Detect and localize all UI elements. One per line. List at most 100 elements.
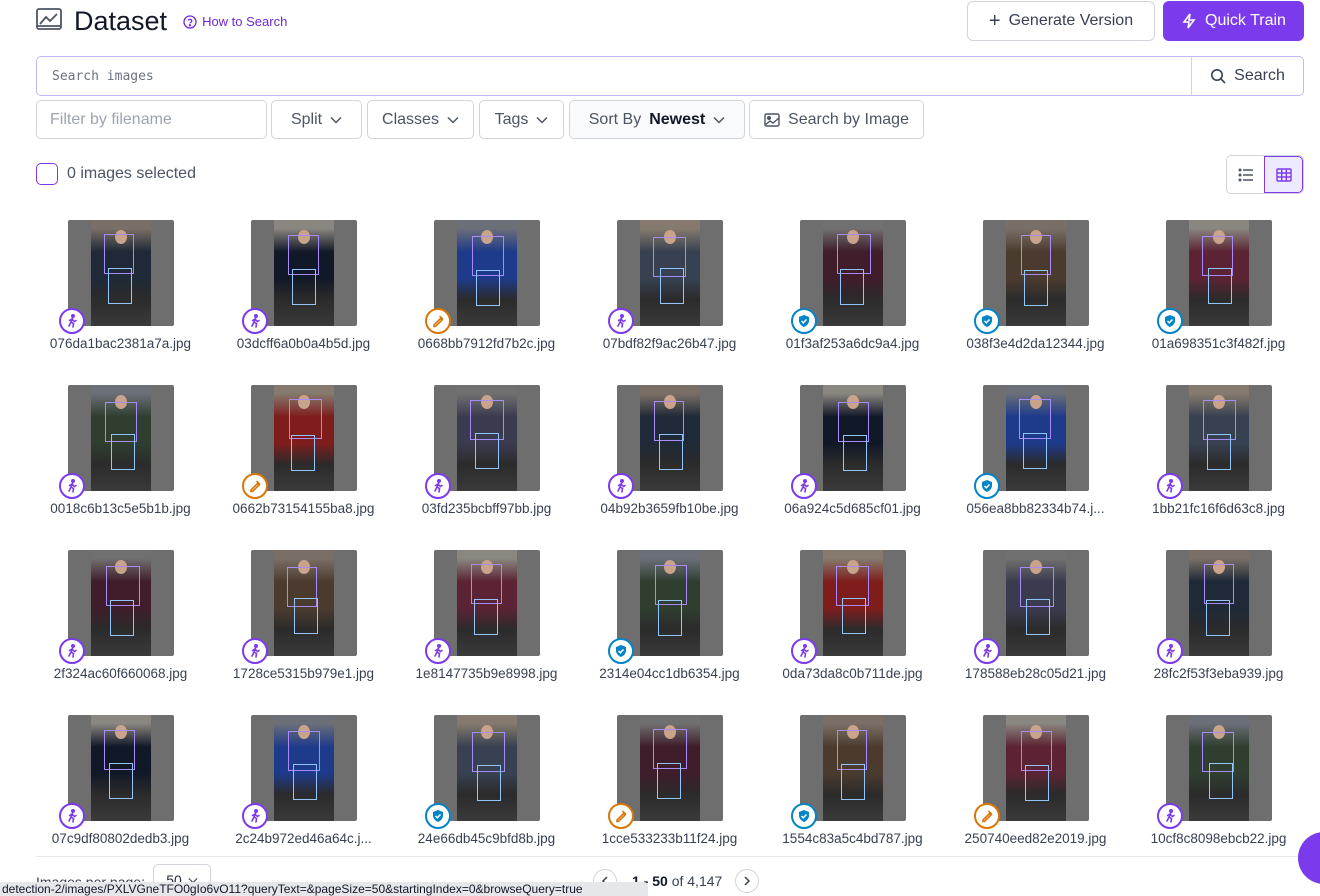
image-thumbnail[interactable]	[799, 220, 906, 326]
image-thumbnail[interactable]	[1165, 550, 1272, 656]
next-page-button[interactable]	[735, 869, 759, 893]
image-thumbnail[interactable]	[1165, 385, 1272, 491]
tags-dropdown[interactable]: Tags	[479, 100, 564, 139]
image-card[interactable]: 01f3af253a6dc9a4.jpg	[761, 220, 944, 385]
image-thumbnail[interactable]	[67, 385, 174, 491]
annotation-box	[1205, 600, 1230, 636]
image-filename: 1554c83a5c4bd787.jpg	[782, 831, 923, 846]
image-filename: 06a924c5d685cf01.jpg	[784, 501, 921, 516]
image-thumbnail[interactable]	[799, 550, 906, 656]
image-card[interactable]: 0668bb7912fd7b2c.jpg	[395, 220, 578, 385]
image-filename: 076da1bac2381a7a.jpg	[49, 336, 192, 351]
image-thumbnail[interactable]	[433, 220, 540, 326]
image-thumbnail[interactable]	[67, 550, 174, 656]
shield-check-icon	[1157, 308, 1183, 334]
search-by-image-button[interactable]: Search by Image	[749, 100, 924, 139]
image-thumbnail[interactable]	[982, 220, 1089, 326]
image-card[interactable]: 06a924c5d685cf01.jpg	[761, 385, 944, 550]
annotation-box	[470, 564, 502, 604]
classes-label: Classes	[382, 110, 439, 128]
image-card[interactable]: 076da1bac2381a7a.jpg	[29, 220, 212, 385]
image-filename: 2c24b972ed46a64c.j...	[235, 831, 372, 846]
chevron-down-icon	[330, 116, 342, 124]
annotation-box	[1020, 235, 1051, 275]
image-filename: 28fc2f53f3eba939.jpg	[1153, 666, 1284, 681]
image-card[interactable]: 2f324ac60f660068.jpg	[29, 550, 212, 715]
annotation-box	[839, 269, 864, 305]
pencil-icon	[608, 803, 634, 829]
image-card[interactable]: 0018c6b13c5e5b1b.jpg	[29, 385, 212, 550]
image-thumbnail[interactable]	[433, 550, 540, 656]
image-thumbnail[interactable]	[250, 550, 357, 656]
search-bar: Search	[36, 56, 1304, 96]
grid-icon	[1275, 167, 1292, 182]
image-card[interactable]: 1bb21fc16f6d63c8.jpg	[1127, 385, 1310, 550]
image-thumbnail[interactable]	[1165, 715, 1272, 821]
annotation-box	[475, 270, 500, 306]
image-card[interactable]: 03fd235bcbff97bb.jpg	[395, 385, 578, 550]
select-all-checkbox[interactable]	[36, 163, 58, 185]
image-filename: 03fd235bcbff97bb.jpg	[421, 501, 552, 516]
image-thumbnail[interactable]	[433, 385, 540, 491]
image-thumbnail[interactable]	[616, 385, 723, 491]
image-card[interactable]: 0da73da8c0b711de.jpg	[761, 550, 944, 715]
quick-train-button[interactable]: Quick Train	[1163, 1, 1304, 41]
annotation-box	[1023, 270, 1048, 306]
annotation-box	[291, 269, 316, 305]
generate-version-button[interactable]: + Generate Version	[967, 1, 1155, 41]
sort-by-dropdown[interactable]: Sort By Newest	[569, 100, 745, 139]
image-thumbnail[interactable]	[1165, 220, 1272, 326]
search-button[interactable]: Search	[1191, 57, 1303, 95]
annotation-box	[842, 435, 867, 471]
image-card[interactable]: 01a698351c3f482f.jpg	[1127, 220, 1310, 385]
annotate-person-icon	[59, 308, 85, 334]
image-card[interactable]: 2314e04cc1db6354.jpg	[578, 550, 761, 715]
image-card[interactable]: 1e8147735b9e8998.jpg	[395, 550, 578, 715]
image-thumbnail[interactable]	[616, 220, 723, 326]
annotation-box	[109, 600, 134, 636]
filename-filter-wrapper	[36, 100, 267, 139]
grid-view-button[interactable]	[1264, 156, 1303, 193]
search-input[interactable]	[37, 57, 1191, 95]
filename-filter-input[interactable]	[50, 110, 250, 129]
annotate-person-icon	[608, 473, 634, 499]
image-thumbnail[interactable]	[982, 715, 1089, 821]
image-card[interactable]: 04b92b3659fb10be.jpg	[578, 385, 761, 550]
list-view-button[interactable]	[1227, 156, 1264, 193]
pagination-total: of 4,147	[671, 873, 723, 889]
image-card[interactable]: 038f3e4d2da12344.jpg	[944, 220, 1127, 385]
image-thumbnail[interactable]	[67, 220, 174, 326]
classes-dropdown[interactable]: Classes	[367, 100, 474, 139]
split-dropdown[interactable]: Split	[271, 100, 362, 139]
image-thumbnail[interactable]	[799, 385, 906, 491]
image-card[interactable]: 056ea8bb82334b74.j...	[944, 385, 1127, 550]
annotation-box	[840, 764, 865, 800]
how-to-search-link[interactable]: How to Search	[183, 14, 287, 29]
annotation-box	[290, 435, 315, 471]
image-thumbnail[interactable]	[616, 550, 723, 656]
image-card[interactable]: 1728ce5315b979e1.jpg	[212, 550, 395, 715]
image-thumbnail[interactable]	[433, 715, 540, 821]
image-thumbnail[interactable]	[799, 715, 906, 821]
sort-by-label: Sort By	[588, 110, 642, 128]
chevron-down-icon	[713, 116, 725, 124]
image-thumbnail[interactable]	[982, 385, 1089, 491]
image-thumbnail[interactable]	[616, 715, 723, 821]
image-card[interactable]: 28fc2f53f3eba939.jpg	[1127, 550, 1310, 715]
how-to-search-label: How to Search	[202, 14, 288, 29]
pencil-icon	[425, 308, 451, 334]
image-thumbnail[interactable]	[250, 385, 357, 491]
image-card[interactable]: 178588eb28c05d21.jpg	[944, 550, 1127, 715]
image-card[interactable]: 07bdf82f9ac26b47.jpg	[578, 220, 761, 385]
tags-label: Tags	[494, 110, 529, 128]
image-thumbnail[interactable]	[250, 715, 357, 821]
image-thumbnail[interactable]	[250, 220, 357, 326]
annotate-person-icon	[1157, 638, 1183, 664]
image-thumbnail[interactable]	[982, 550, 1089, 656]
image-filename: 0018c6b13c5e5b1b.jpg	[50, 501, 191, 516]
image-thumbnail[interactable]	[67, 715, 174, 821]
image-filename: 056ea8bb82334b74.j...	[966, 501, 1105, 516]
image-card[interactable]: 03dcff6a0b0a4b5d.jpg	[212, 220, 395, 385]
chevron-right-icon	[744, 876, 751, 886]
image-card[interactable]: 0662b73154155ba8.jpg	[212, 385, 395, 550]
